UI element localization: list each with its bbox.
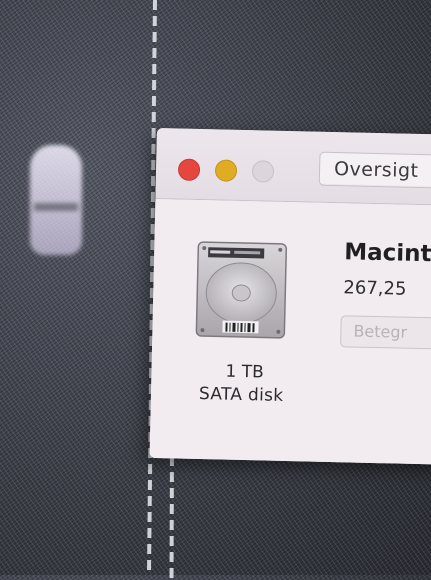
storage-content: 1 TB SATA disk Macint 267,25 Betegr	[149, 198, 431, 465]
screen-glare	[30, 145, 82, 255]
tab-overview[interactable]: Oversigt	[318, 151, 431, 190]
close-window-button[interactable]	[177, 158, 201, 181]
disk-type-label: SATA disk	[198, 384, 284, 406]
manage-storage-button-label: Betegr	[353, 321, 408, 342]
tab-overview-label: Oversigt	[333, 158, 419, 182]
manage-storage-button[interactable]: Betegr	[340, 315, 431, 350]
window-titlebar: Oversigt	[155, 128, 431, 206]
minimize-window-button[interactable]	[214, 159, 238, 182]
hard-disk-icon	[195, 241, 288, 339]
volume-name: Macint	[343, 239, 431, 268]
disk-size-label: 1 TB	[225, 361, 264, 383]
background-stitching-lower	[169, 440, 174, 580]
zoom-window-button[interactable]	[251, 160, 275, 183]
system-information-window: Oversigt 1 TB SATA disk Macint 267,25 Be…	[149, 128, 431, 465]
volume-capacity: 267,25	[343, 277, 407, 300]
